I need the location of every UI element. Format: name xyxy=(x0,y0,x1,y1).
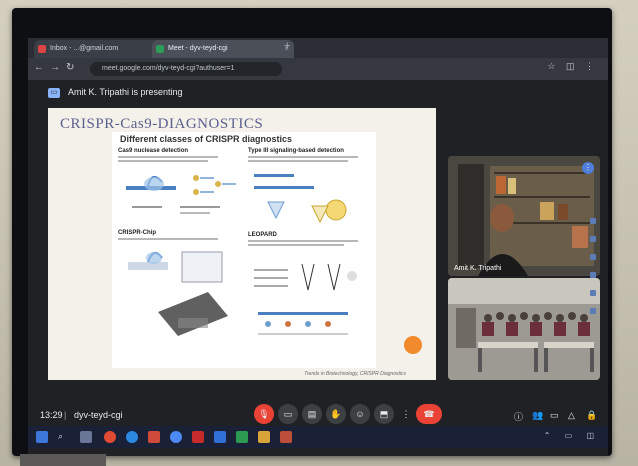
emoji-button[interactable]: ☺ xyxy=(350,404,370,424)
slide-subtitle: Different classes of CRISPR diagnostics xyxy=(120,134,293,144)
more-options-button[interactable]: ⋮ xyxy=(396,404,416,424)
forward-icon[interactable]: → xyxy=(50,62,60,73)
text-line xyxy=(248,156,358,158)
phone-hangup-icon: ☎ xyxy=(423,409,435,419)
slide-figure-panel: Different classes of CRISPR diagnostics … xyxy=(112,132,376,368)
presenter-text: Amit K. Tripathi is presenting xyxy=(68,87,183,97)
strip-icon[interactable] xyxy=(590,218,596,224)
participant-name: Amit K. Tripathi xyxy=(454,265,502,272)
app-icon[interactable] xyxy=(192,431,204,443)
os-taskbar: ⌕ ⌃ ▭ ◫ xyxy=(28,426,608,448)
browser-extension-icons[interactable]: ☆ ◫ ⋮ xyxy=(547,61,598,72)
mic-off-button[interactable]: 🎙 xyxy=(254,404,274,424)
reload-icon[interactable]: ↻ xyxy=(66,62,74,73)
participant-video xyxy=(448,156,600,276)
browser-toolbar: ← → ↻ meet.google.com/dyv-teyd-cgi?authu… xyxy=(28,58,608,80)
edge-icon[interactable] xyxy=(126,431,138,443)
slide-footer: Trends in Biotechnology, CRISPR Diagnost… xyxy=(304,371,406,377)
leave-call-button[interactable]: ☎ xyxy=(416,404,442,424)
text-line xyxy=(118,160,208,162)
strip-icon[interactable] xyxy=(590,290,596,296)
type-iii-diagram xyxy=(254,174,347,224)
app-icon[interactable] xyxy=(280,431,292,443)
activities-icon[interactable]: △ xyxy=(568,410,575,421)
address-bar[interactable]: meet.google.com/dyv-teyd-cgi?authuser=1 xyxy=(90,62,282,76)
crispr-chip-diagram xyxy=(128,251,228,336)
lock-icon[interactable]: 🔒 xyxy=(586,410,597,421)
present-icon: ⬒ xyxy=(379,409,389,419)
leopard-diagram xyxy=(254,263,357,335)
monitor-sticker xyxy=(20,454,106,466)
text-line xyxy=(248,244,344,246)
classroom-video xyxy=(448,278,600,380)
meeting-time: 13:29 xyxy=(40,410,63,420)
more-options-icon[interactable]: ⋮ xyxy=(582,162,594,174)
tab-meet[interactable]: Meet - dyv-teyd-cgi × xyxy=(152,40,294,58)
strip-icon[interactable] xyxy=(590,272,596,278)
start-icon[interactable] xyxy=(36,431,48,443)
presenter-banner: ▭ Amit K. Tripathi is presenting xyxy=(28,80,608,106)
strip-icon[interactable] xyxy=(590,254,596,260)
section-heading: Cas9 nuclease detection xyxy=(118,148,189,154)
task-view-icon[interactable] xyxy=(80,431,92,443)
section-heading: CRISPR-Chip xyxy=(118,230,156,236)
browser-tab-bar: Inbox - ...@gmail.com × Meet - dyv-teyd-… xyxy=(28,38,608,58)
excel-icon[interactable] xyxy=(236,431,248,443)
meeting-code: dyv-teyd-cgi xyxy=(74,410,123,420)
present-button[interactable]: ⬒ xyxy=(374,404,394,424)
text-line xyxy=(248,240,358,242)
present-screen-icon: ▭ xyxy=(48,88,60,98)
classroom-tile[interactable] xyxy=(448,278,600,380)
tab-label: Inbox - ...@gmail.com xyxy=(50,45,119,52)
camera-icon: ▭ xyxy=(283,409,293,419)
captions-button[interactable]: ▤ xyxy=(302,404,322,424)
cas9-diagram xyxy=(126,175,236,214)
hand-icon: ✋ xyxy=(330,409,342,419)
meet-window: ▭ Amit K. Tripathi is presenting CRISPR-… xyxy=(28,80,608,456)
new-tab-button[interactable]: + xyxy=(284,40,290,52)
strip-icon[interactable] xyxy=(590,308,596,314)
system-tray[interactable]: ⌃ ▭ ◫ xyxy=(544,431,600,440)
emoji-icon: ☺ xyxy=(355,409,365,419)
separator: | xyxy=(64,410,67,420)
slide-title: CRISPR-Cas9-DIAGNOSTICS xyxy=(60,116,264,132)
side-panel-strip xyxy=(588,208,598,398)
tab-label: Meet - dyv-teyd-cgi xyxy=(168,45,228,52)
folder-icon[interactable] xyxy=(258,431,270,443)
text-line xyxy=(248,160,348,162)
laser-pointer xyxy=(404,336,422,354)
more-vert-icon: ⋮ xyxy=(401,409,411,419)
text-line xyxy=(118,156,218,158)
gmail-icon xyxy=(38,45,46,53)
chrome-icon[interactable] xyxy=(104,431,116,443)
chrome-icon[interactable] xyxy=(170,431,182,443)
section-heading: LEOPARD xyxy=(248,232,277,238)
captions-icon: ▤ xyxy=(307,409,317,419)
section-heading: Type III signaling-based detection xyxy=(248,148,344,154)
meet-icon xyxy=(156,45,164,53)
people-icon[interactable]: 👥 xyxy=(532,410,543,421)
raise-hand-button[interactable]: ✋ xyxy=(326,404,346,424)
search-icon[interactable]: ⌕ xyxy=(58,431,70,443)
monitor-screen: Inbox - ...@gmail.com × Meet - dyv-teyd-… xyxy=(12,8,612,456)
shared-slide: CRISPR-Cas9-DIAGNOSTICS Different classe… xyxy=(48,108,436,380)
back-icon[interactable]: ← xyxy=(34,62,44,73)
info-icon[interactable]: ⓘ xyxy=(514,410,523,423)
participant-tile[interactable]: Amit K. Tripathi ⋮ xyxy=(448,156,600,276)
strip-icon[interactable] xyxy=(590,236,596,242)
text-line xyxy=(118,238,218,240)
app-icon[interactable] xyxy=(148,431,160,443)
chat-icon[interactable]: ▭ xyxy=(550,410,559,421)
mic-off-icon: 🎙 xyxy=(258,409,270,419)
word-icon[interactable] xyxy=(214,431,226,443)
tab-gmail[interactable]: Inbox - ...@gmail.com × xyxy=(34,40,166,58)
camera-button[interactable]: ▭ xyxy=(278,404,298,424)
